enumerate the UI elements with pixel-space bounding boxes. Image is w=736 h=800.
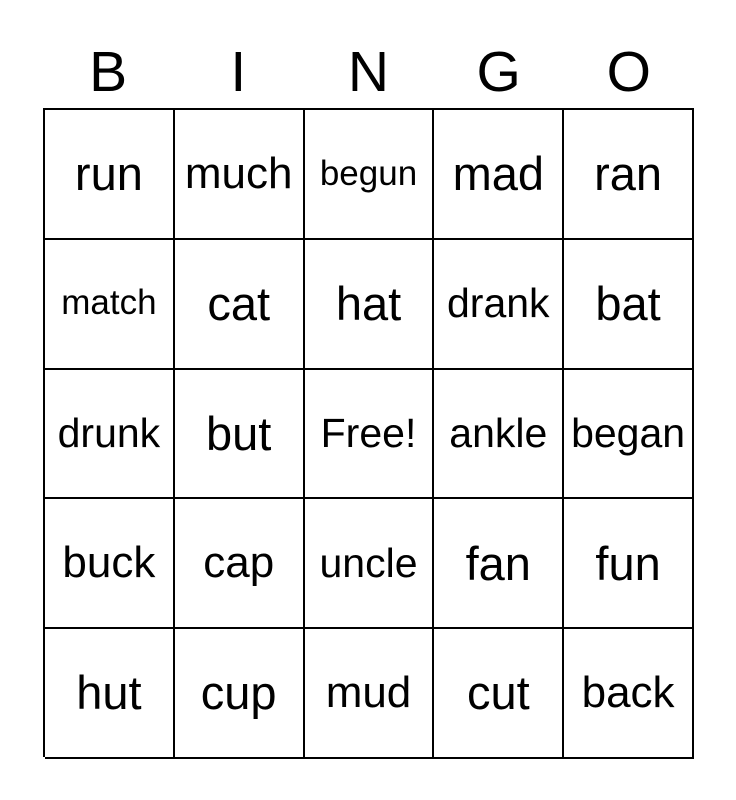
- bingo-cell-label: buck: [62, 538, 156, 588]
- bingo-cell-label: run: [74, 147, 143, 201]
- bingo-cell-label: uncle: [319, 539, 418, 586]
- bingo-cell-n1[interactable]: begun: [304, 110, 435, 240]
- bingo-cell-b4[interactable]: buck: [45, 499, 175, 630]
- bingo-cell-b1[interactable]: run: [45, 110, 175, 240]
- bingo-row-4: buck cap uncle fan fun: [45, 499, 694, 630]
- bingo-cell-label: cup: [200, 666, 277, 720]
- bingo-cell-label: drunk: [57, 409, 161, 456]
- bingo-header-letter-n: N: [347, 39, 390, 104]
- bingo-cell-g5[interactable]: cut: [434, 629, 565, 759]
- bingo-header-letter-o: O: [606, 39, 652, 104]
- bingo-card: B I N G O run much begun mad ran match c…: [0, 0, 736, 800]
- bingo-cell-g1[interactable]: mad: [434, 110, 565, 240]
- bingo-cell-i4[interactable]: cap: [174, 499, 305, 630]
- bingo-cell-n5[interactable]: mud: [304, 629, 435, 759]
- bingo-cell-label: cap: [203, 538, 275, 588]
- bingo-cell-label: drank: [447, 280, 550, 327]
- bingo-cell-label: ankle: [449, 409, 548, 456]
- bingo-cell-label: bat: [595, 277, 661, 331]
- bingo-cell-label: back: [581, 667, 675, 717]
- bingo-cell-label: began: [571, 409, 686, 456]
- bingo-cell-o5[interactable]: back: [564, 629, 694, 759]
- bingo-cell-o2[interactable]: bat: [564, 239, 694, 370]
- bingo-free-space-label: Free!: [320, 409, 417, 456]
- bingo-cell-label: hat: [335, 277, 402, 331]
- bingo-cell-free-space[interactable]: Free!: [304, 369, 435, 500]
- bingo-grid: run much begun mad ran match cat hat dra…: [43, 108, 694, 759]
- bingo-row-1: run much begun mad ran: [45, 110, 694, 240]
- bingo-row-3: drunk but Free! ankle began: [45, 369, 694, 500]
- bingo-cell-i3[interactable]: but: [174, 369, 305, 500]
- bingo-cell-n4[interactable]: uncle: [304, 499, 435, 630]
- bingo-cell-b5[interactable]: hut: [45, 629, 175, 759]
- bingo-cell-label: but: [206, 406, 272, 460]
- bingo-cell-label: begun: [319, 153, 418, 193]
- bingo-cell-label: cat: [207, 277, 271, 331]
- bingo-cell-o1[interactable]: ran: [564, 110, 694, 240]
- bingo-row-2: match cat hat drank bat: [45, 239, 694, 370]
- bingo-cell-label: cut: [466, 666, 530, 720]
- bingo-cell-label: ran: [594, 147, 663, 201]
- bingo-cell-label: fun: [595, 536, 661, 590]
- bingo-cell-label: much: [184, 148, 293, 198]
- bingo-cell-n2[interactable]: hat: [304, 239, 435, 370]
- bingo-row-5: hut cup mud cut back: [45, 629, 694, 759]
- bingo-cell-i1[interactable]: much: [174, 110, 305, 240]
- bingo-cell-g4[interactable]: fan: [434, 499, 565, 630]
- bingo-cell-label: mud: [325, 667, 412, 717]
- bingo-cell-i5[interactable]: cup: [174, 629, 305, 759]
- bingo-cell-b3[interactable]: drunk: [45, 369, 175, 500]
- bingo-header-letter-g: G: [476, 39, 521, 104]
- bingo-header-letter-b: B: [89, 39, 128, 104]
- bingo-cell-g3[interactable]: ankle: [434, 369, 565, 500]
- bingo-cell-label: hut: [76, 666, 142, 720]
- bingo-cell-b2[interactable]: match: [45, 239, 175, 370]
- bingo-cell-o3[interactable]: began: [564, 369, 694, 500]
- bingo-cell-label: match: [61, 283, 157, 323]
- bingo-cell-i2[interactable]: cat: [174, 239, 305, 370]
- bingo-header-row: B I N G O: [43, 36, 694, 108]
- bingo-header-letter-i: I: [230, 39, 247, 104]
- bingo-cell-label: mad: [452, 147, 544, 201]
- bingo-cell-o4[interactable]: fun: [564, 499, 694, 630]
- bingo-cell-label: fan: [465, 536, 531, 590]
- bingo-cell-g2[interactable]: drank: [434, 239, 565, 370]
